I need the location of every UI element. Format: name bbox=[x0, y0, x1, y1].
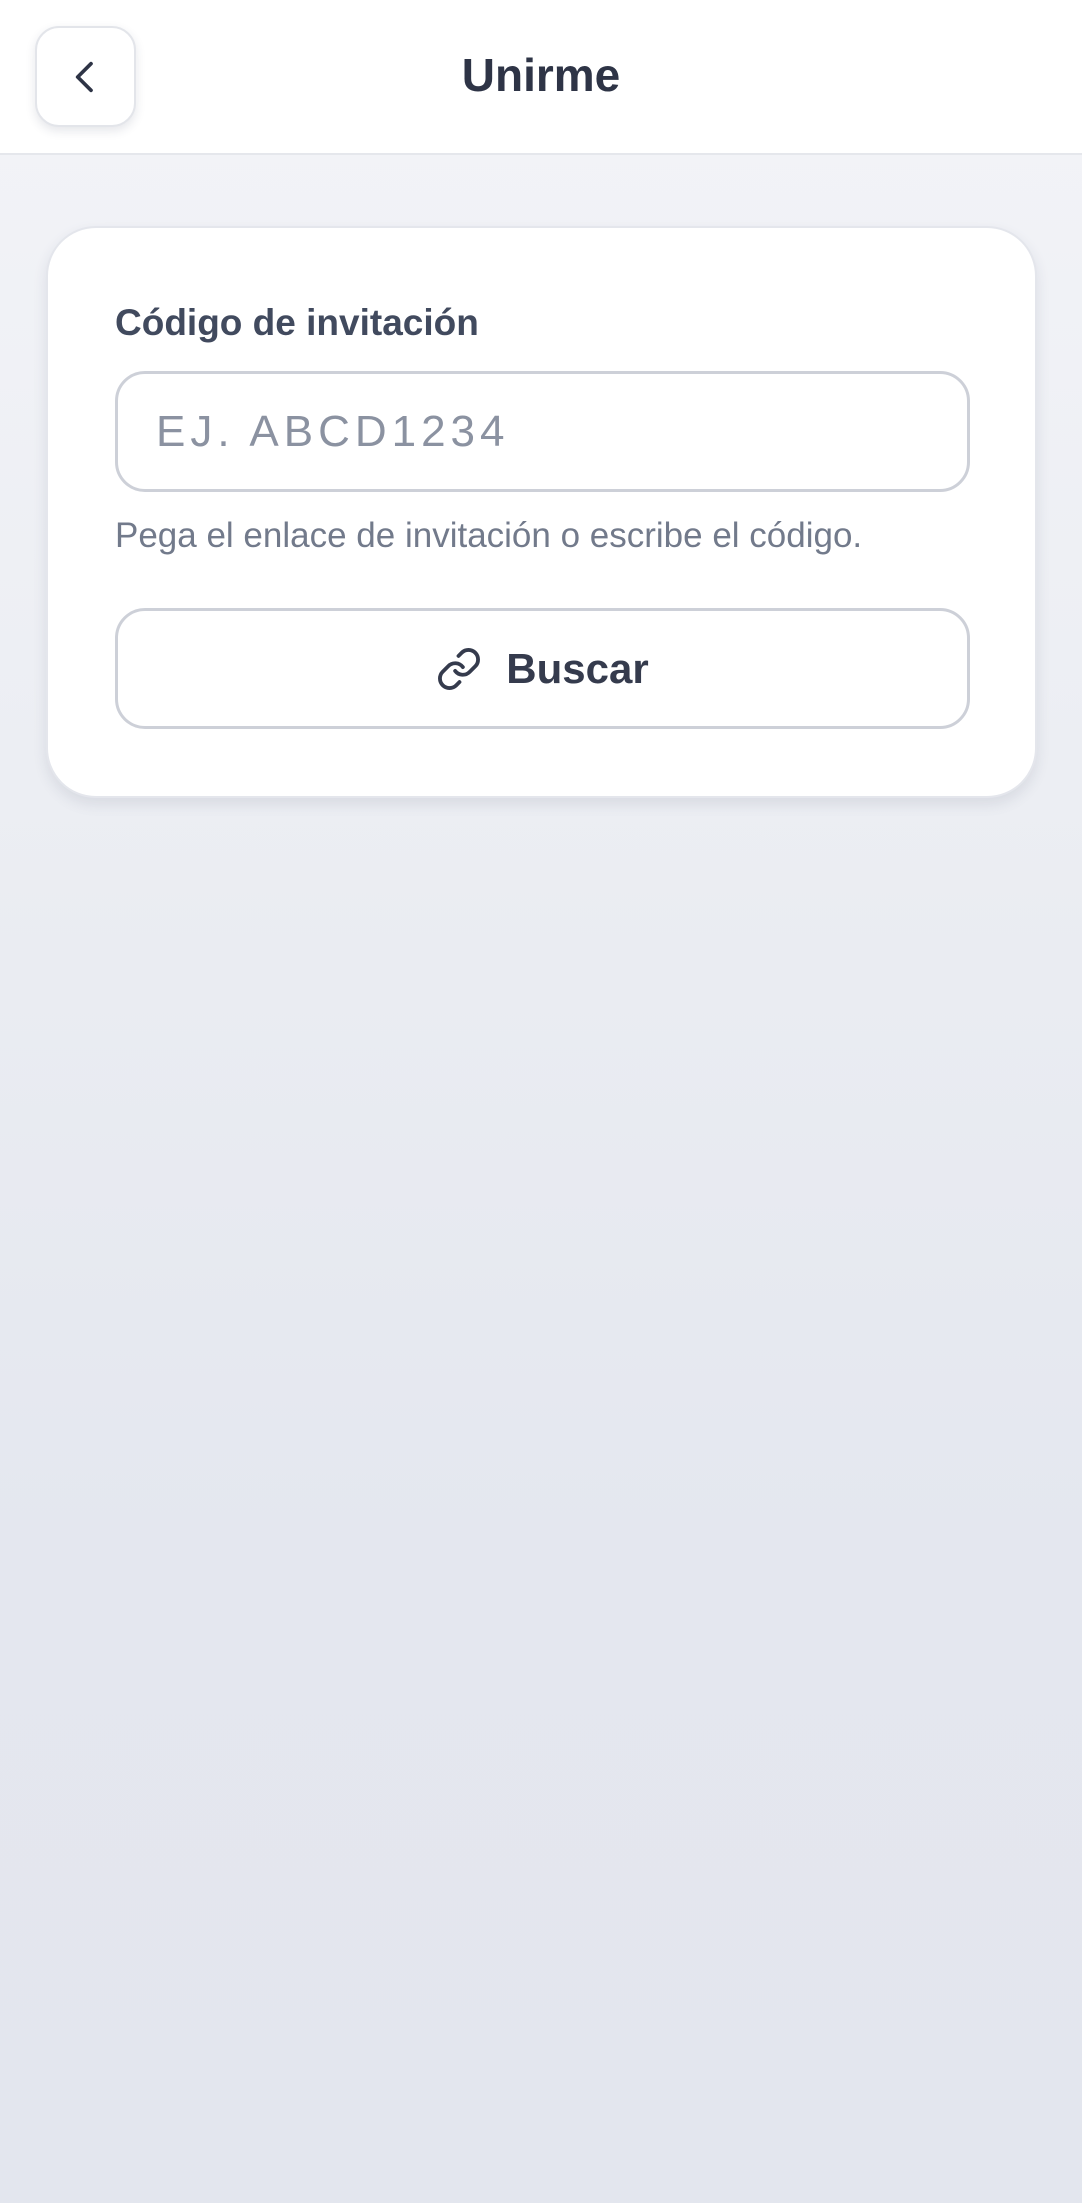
join-card: Código de invitación Pega el enlace de i… bbox=[46, 226, 1037, 798]
top-bar: Unirme bbox=[0, 0, 1082, 155]
link-icon bbox=[436, 646, 482, 692]
invitation-code-label: Código de invitación bbox=[115, 302, 479, 343]
helper-text: Pega el enlace de invitación o escribe e… bbox=[115, 516, 863, 555]
search-button[interactable]: Buscar bbox=[115, 608, 970, 729]
search-button-label: Buscar bbox=[506, 644, 649, 692]
invitation-code-input[interactable] bbox=[115, 371, 970, 492]
page-title: Unirme bbox=[461, 49, 621, 101]
